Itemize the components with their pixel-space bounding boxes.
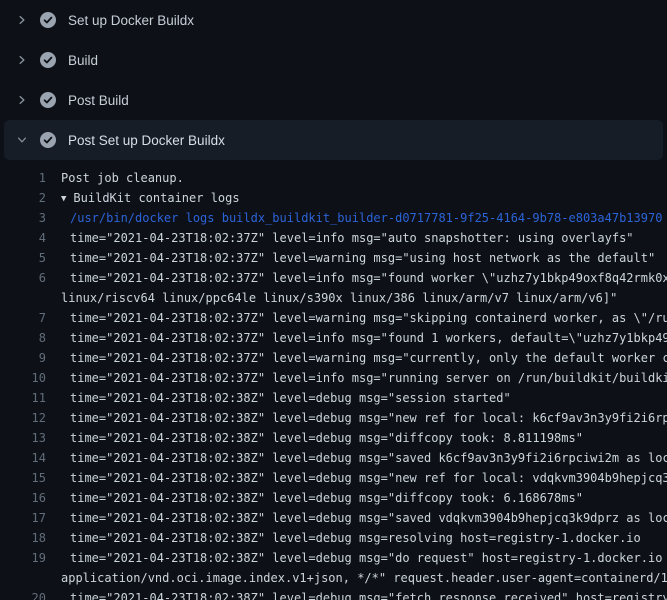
log-line: 11 time="2021-04-23T18:02:38Z" level=debu… [0, 388, 667, 408]
log-line: 12 time="2021-04-23T18:02:38Z" level=debu… [0, 408, 667, 428]
success-check-icon [40, 12, 56, 28]
log-text: linux/riscv64 linux/ppc64le linux/s390x … [61, 288, 617, 308]
log-text: time="2021-04-23T18:02:37Z" level=warnin… [70, 308, 667, 328]
success-check-icon [40, 52, 56, 68]
log-line-number[interactable]: 18 [0, 528, 46, 548]
log-text: time="2021-04-23T18:02:37Z" level=info m… [70, 368, 667, 388]
log-line: 17 time="2021-04-23T18:02:38Z" level=debu… [0, 508, 667, 528]
log-output: 1 Post job cleanup. 2 ▼BuildKit container l… [0, 160, 667, 600]
step-label: Post Build [68, 93, 129, 108]
log-line-number[interactable]: 14 [0, 448, 46, 468]
log-text: time="2021-04-23T18:02:38Z" level=debug … [70, 548, 667, 568]
log-text: time="2021-04-23T18:02:38Z" level=debug … [70, 448, 667, 468]
log-line-number[interactable]: 17 [0, 508, 46, 528]
log-line: 3/usr/bin/docker logs buildx_buildkit_bu… [0, 208, 667, 228]
log-line: 5 time="2021-04-23T18:02:37Z" level=warni… [0, 248, 667, 268]
log-text: time="2021-04-23T18:02:38Z" level=debug … [70, 528, 641, 548]
log-text: time="2021-04-23T18:02:38Z" level=debug … [70, 428, 583, 448]
log-line-number[interactable]: 5 [0, 248, 46, 268]
log-line-number[interactable]: 16 [0, 488, 46, 508]
log-text: time="2021-04-23T18:02:38Z" level=debug … [70, 388, 511, 408]
success-check-icon [40, 92, 56, 108]
step-label: Set up Docker Buildx [68, 13, 194, 28]
log-line-number[interactable]: 10 [0, 368, 46, 388]
log-line: 15 time="2021-04-23T18:02:38Z" level=debu… [0, 468, 667, 488]
chevron-down-icon [14, 132, 30, 148]
log-line-number[interactable]: 1 [0, 168, 46, 188]
log-text: time="2021-04-23T18:02:37Z" level=info m… [70, 228, 634, 248]
log-line: 1 Post job cleanup. [0, 168, 667, 188]
log-line-number[interactable]: 8 [0, 328, 46, 348]
log-line-number[interactable]: 19 [0, 548, 46, 568]
log-line-continuation: application/vnd.oci.image.index.v1+json,… [0, 568, 667, 588]
log-line: 14 time="2021-04-23T18:02:38Z" level=debu… [0, 448, 667, 468]
log-line-number[interactable]: 7 [0, 308, 46, 328]
log-text: Post job cleanup. [61, 168, 184, 188]
log-line: 4 time="2021-04-23T18:02:37Z" level=info … [0, 228, 667, 248]
log-line-number [0, 288, 46, 308]
step-label: Post Set up Docker Buildx [68, 133, 225, 148]
step-header-build[interactable]: Build [4, 40, 663, 80]
chevron-right-icon [14, 92, 30, 108]
log-text: time="2021-04-23T18:02:38Z" level=debug … [70, 488, 583, 508]
log-line: 7 time="2021-04-23T18:02:37Z" level=warni… [0, 308, 667, 328]
log-text: time="2021-04-23T18:02:38Z" level=debug … [70, 588, 667, 600]
group-collapse-icon[interactable]: ▼ [61, 189, 66, 208]
log-line: 6 time="2021-04-23T18:02:37Z" level=info … [0, 268, 667, 288]
log-line-number[interactable]: 3 [0, 208, 46, 228]
log-line-number[interactable]: 6 [0, 268, 46, 288]
log-line-number[interactable]: 9 [0, 348, 46, 368]
log-line-continuation: linux/riscv64 linux/ppc64le linux/s390x … [0, 288, 667, 308]
log-text: time="2021-04-23T18:02:37Z" level=warnin… [70, 348, 667, 368]
step-header-post-setup-docker-buildx[interactable]: Post Set up Docker Buildx [4, 120, 663, 160]
log-line: 13 time="2021-04-23T18:02:38Z" level=debu… [0, 428, 667, 448]
log-text: time="2021-04-23T18:02:38Z" level=debug … [70, 508, 667, 528]
log-text: time="2021-04-23T18:02:37Z" level=info m… [70, 268, 667, 288]
log-line-number[interactable]: 4 [0, 228, 46, 248]
log-line-number[interactable]: 13 [0, 428, 46, 448]
log-line: 19 time="2021-04-23T18:02:38Z" level=debu… [0, 548, 667, 568]
log-line: 2 ▼BuildKit container logs [0, 188, 667, 208]
log-line-number[interactable]: 2 [0, 188, 46, 208]
log-line-number[interactable]: 15 [0, 468, 46, 488]
log-line: 18 time="2021-04-23T18:02:38Z" level=debu… [0, 528, 667, 548]
log-line: 20 time="2021-04-23T18:02:38Z" level=debu… [0, 588, 667, 600]
log-line: 9 time="2021-04-23T18:02:37Z" level=warni… [0, 348, 667, 368]
step-header-post-build[interactable]: Post Build [4, 80, 663, 120]
log-line: 16 time="2021-04-23T18:02:38Z" level=debu… [0, 488, 667, 508]
log-line-number[interactable]: 11 [0, 388, 46, 408]
log-text: time="2021-04-23T18:02:37Z" level=warnin… [70, 248, 655, 268]
chevron-right-icon [14, 12, 30, 28]
log-line: 10 time="2021-04-23T18:02:37Z" level=info… [0, 368, 667, 388]
step-label: Build [68, 53, 98, 68]
chevron-right-icon [14, 52, 30, 68]
step-header-setup-docker-buildx[interactable]: Set up Docker Buildx [4, 0, 663, 40]
workflow-log-viewer: Set up Docker Buildx Build Post Build Po… [0, 0, 667, 600]
log-text: application/vnd.oci.image.index.v1+json,… [61, 568, 667, 588]
log-text: time="2021-04-23T18:02:38Z" level=debug … [70, 468, 667, 488]
success-check-icon [40, 132, 56, 148]
log-line-number[interactable]: 20 [0, 588, 46, 600]
log-command-text: /usr/bin/docker logs buildx_buildkit_bui… [70, 208, 662, 228]
log-line: 8 time="2021-04-23T18:02:37Z" level=info … [0, 328, 667, 348]
log-text: time="2021-04-23T18:02:38Z" level=debug … [70, 408, 667, 428]
log-text: time="2021-04-23T18:02:37Z" level=info m… [70, 328, 667, 348]
log-line-number[interactable]: 12 [0, 408, 46, 428]
log-text: ▼BuildKit container logs [61, 188, 240, 208]
log-line-number [0, 568, 46, 588]
